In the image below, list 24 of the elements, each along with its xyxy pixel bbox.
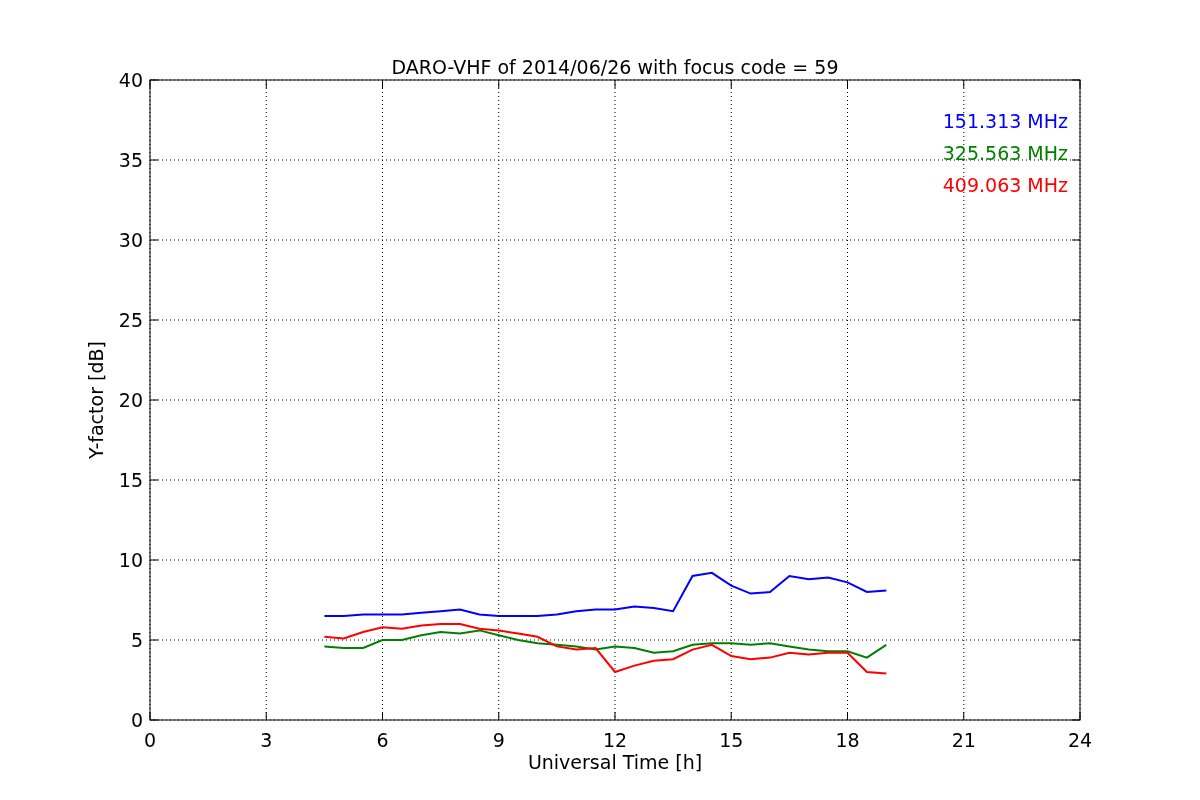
x-tick-label: 0 [143, 729, 157, 751]
y-tick-label: 30 [118, 229, 143, 251]
x-tick-label: 24 [1067, 729, 1093, 751]
y-tick-label: 0 [130, 709, 143, 731]
y-tick-label: 15 [118, 469, 143, 491]
y-tick-label: 35 [118, 149, 143, 171]
y-tick-label: 40 [118, 69, 143, 91]
x-tick-label: 21 [951, 729, 976, 751]
x-tick-label: 9 [492, 729, 505, 751]
legend-label: 151.313 MHz [942, 110, 1068, 132]
x-tick-label: 3 [260, 729, 273, 751]
y-axis-label: Y-factor [dB] [85, 341, 107, 459]
y-tick-label: 20 [118, 389, 143, 411]
y-tick-label: 25 [118, 309, 143, 331]
x-tick-label: 15 [719, 729, 744, 751]
legend-label: 409.063 MHz [942, 174, 1068, 196]
x-tick-label: 18 [835, 729, 860, 751]
y-tick-label: 5 [130, 629, 143, 651]
x-tick-label: 6 [376, 729, 389, 751]
chart-title: DARO-VHF of 2014/06/26 with focus code = 59 [391, 56, 839, 78]
x-axis-label: Universal Time [h] [527, 751, 703, 773]
legend-label: 325.563 MHz [942, 142, 1068, 164]
x-tick-label: 12 [602, 729, 628, 751]
y-tick-label: 10 [118, 549, 143, 571]
